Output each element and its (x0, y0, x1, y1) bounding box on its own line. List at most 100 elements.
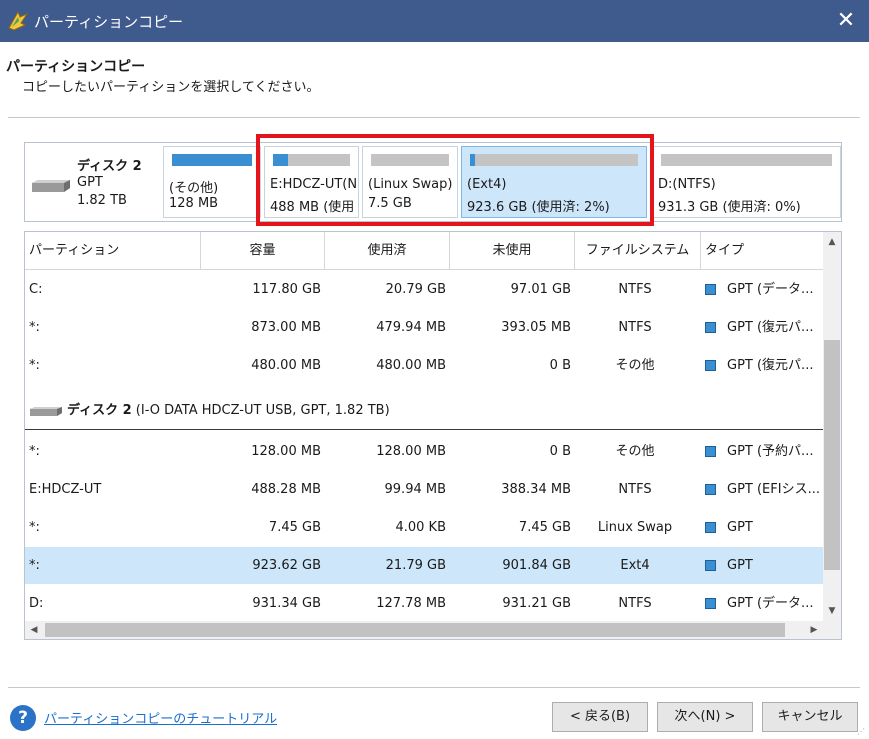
partition-type-icon (705, 598, 716, 609)
partition-table: パーティション 容量 使用済 未使用 ファイルシステム タイプ C: 117.8… (24, 231, 842, 640)
vertical-scroll-thumb[interactable] (824, 340, 840, 570)
disk-size: 1.82 TB (77, 193, 127, 208)
cell-free: 0 B (549, 358, 571, 373)
type-text: GPT (EFIシス... (727, 482, 820, 497)
partition-block-name: D:(NTFS) (658, 177, 716, 192)
disk-group-header[interactable]: ディスク 2 (I-O DATA HDCZ-UT USB, GPT, 1.82 … (25, 392, 823, 430)
table-row[interactable]: E:HDCZ-UT 488.28 MB 99.94 MB 388.34 MB N… (25, 471, 823, 508)
cell-partition: *: (29, 520, 40, 535)
table-row[interactable]: *: 480.00 MB 480.00 MB 0 B その他 GPT (復元パ.… (25, 347, 823, 384)
partition-block[interactable]: (その他) 128 MB (163, 146, 261, 218)
cell-filesystem: Linux Swap (597, 520, 673, 535)
cell-used: 480.00 MB (376, 358, 446, 373)
cell-partition: *: (29, 444, 40, 459)
cell-used: 4.00 KB (395, 520, 446, 535)
cell-used: 127.78 MB (376, 596, 446, 611)
partition-type-icon (705, 322, 716, 333)
cell-free: 931.21 GB (502, 596, 571, 611)
cell-type: GPT (701, 509, 823, 546)
scrollbar-corner (823, 621, 841, 639)
partition-type-icon (705, 522, 716, 533)
partition-type-icon (705, 284, 716, 295)
column-header-used[interactable]: 使用済 (325, 232, 450, 270)
cell-free: 901.84 GB (502, 558, 571, 573)
partition-type-icon (705, 560, 716, 571)
cancel-button[interactable]: キャンセル (762, 702, 858, 732)
usage-fill (172, 154, 252, 166)
scroll-up-icon[interactable]: ▲ (823, 232, 841, 252)
partition-block[interactable]: D:(NTFS) 931.3 GB (使用済: 0%) (652, 146, 841, 218)
vertical-scrollbar[interactable]: ▲ ▼ (823, 232, 841, 621)
cell-type: GPT (データ... (701, 271, 823, 308)
scroll-right-icon[interactable]: ▶ (805, 621, 823, 639)
cell-capacity: 931.34 GB (252, 596, 321, 611)
disk-map-label[interactable]: ディスク 2 GPT 1.82 TB (25, 143, 160, 221)
cell-free: 393.05 MB (501, 320, 571, 335)
column-header-free[interactable]: 未使用 (450, 232, 575, 270)
cell-partition: *: (29, 358, 40, 373)
column-header-filesystem[interactable]: ファイルシステム (575, 232, 701, 270)
cell-partition: E:HDCZ-UT (29, 482, 102, 497)
window-title: パーティションコピー (34, 13, 184, 31)
column-header-partition[interactable]: パーティション (25, 232, 201, 270)
page-subtitle: コピーしたいパーティションを選択してください。 (22, 80, 320, 95)
usage-bar (172, 154, 252, 166)
cell-capacity: 873.00 MB (251, 320, 321, 335)
table-row[interactable]: D: 931.34 GB 127.78 MB 931.21 GB NTFS GP… (25, 585, 823, 622)
bottom-divider (8, 687, 860, 688)
resize-grip-icon[interactable]: ⋰ (857, 727, 867, 737)
cell-type: GPT (EFIシス... (701, 471, 823, 508)
disk-name: ディスク 2 (77, 159, 142, 174)
type-text: GPT (727, 558, 753, 573)
cell-partition: D: (29, 596, 44, 611)
table-row[interactable]: *: 128.00 MB 128.00 MB 0 B その他 GPT (予約パ.… (25, 433, 823, 470)
cell-type: GPT (復元パ... (701, 309, 823, 346)
partition-block-info: 128 MB (169, 196, 219, 211)
partition-type-icon (705, 446, 716, 457)
cell-capacity: 117.80 GB (252, 282, 321, 297)
next-button[interactable]: 次へ(N) > (657, 702, 753, 732)
cell-filesystem: NTFS (618, 596, 652, 611)
disk-group-details: (I-O DATA HDCZ-UT USB, GPT, 1.82 TB) (131, 403, 390, 418)
table-row-selected[interactable]: *: 923.62 GB 21.79 GB 901.84 GB Ext4 GPT (25, 547, 823, 584)
column-header-capacity[interactable]: 容量 (201, 232, 325, 270)
tutorial-link[interactable]: パーティションコピーのチュートリアル (44, 708, 277, 727)
cell-used: 128.00 MB (376, 444, 446, 459)
scroll-down-icon[interactable]: ▼ (823, 601, 841, 621)
table-row[interactable]: *: 7.45 GB 4.00 KB 7.45 GB Linux Swap GP… (25, 509, 823, 546)
horizontal-scrollbar[interactable]: ◀ ▶ (25, 621, 823, 639)
column-header-type[interactable]: タイプ (701, 232, 823, 270)
cell-partition: *: (29, 320, 40, 335)
type-text: GPT (データ... (727, 596, 814, 611)
cell-filesystem: NTFS (618, 482, 652, 497)
table-header: パーティション 容量 使用済 未使用 ファイルシステム タイプ (25, 232, 823, 270)
cell-free: 7.45 GB (518, 520, 571, 535)
horizontal-scroll-thumb[interactable] (45, 623, 785, 637)
cell-used: 479.94 MB (376, 320, 446, 335)
page-title: パーティションコピー (6, 59, 146, 75)
cell-filesystem: その他 (615, 444, 655, 459)
help-icon[interactable]: ? (10, 705, 36, 731)
hard-disk-icon (30, 407, 62, 416)
partition-type-icon (705, 360, 716, 371)
hard-disk-icon (32, 180, 70, 192)
type-text: GPT (予約パ... (727, 444, 814, 459)
cell-capacity: 480.00 MB (251, 358, 321, 373)
type-text: GPT (データ... (727, 282, 814, 297)
cell-used: 99.94 MB (384, 482, 446, 497)
title-bar: パーティションコピー ✕ (0, 0, 869, 42)
table-row[interactable]: *: 873.00 MB 479.94 MB 393.05 MB NTFS GP… (25, 309, 823, 346)
cell-type: GPT (復元パ... (701, 347, 823, 384)
close-icon[interactable]: ✕ (831, 6, 861, 36)
cell-partition: C: (29, 282, 43, 297)
cell-filesystem: その他 (615, 358, 655, 373)
cell-filesystem: Ext4 (620, 558, 650, 573)
disk-group-name: ディスク 2 (67, 403, 132, 418)
cell-free: 388.34 MB (501, 482, 571, 497)
scroll-left-icon[interactable]: ◀ (25, 621, 43, 639)
table-row[interactable]: C: 117.80 GB 20.79 GB 97.01 GB NTFS GPT … (25, 271, 823, 308)
cell-free: 0 B (549, 444, 571, 459)
top-divider (8, 117, 860, 118)
disk-partition-style: GPT (77, 175, 103, 190)
back-button[interactable]: < 戻る(B) (552, 702, 648, 732)
